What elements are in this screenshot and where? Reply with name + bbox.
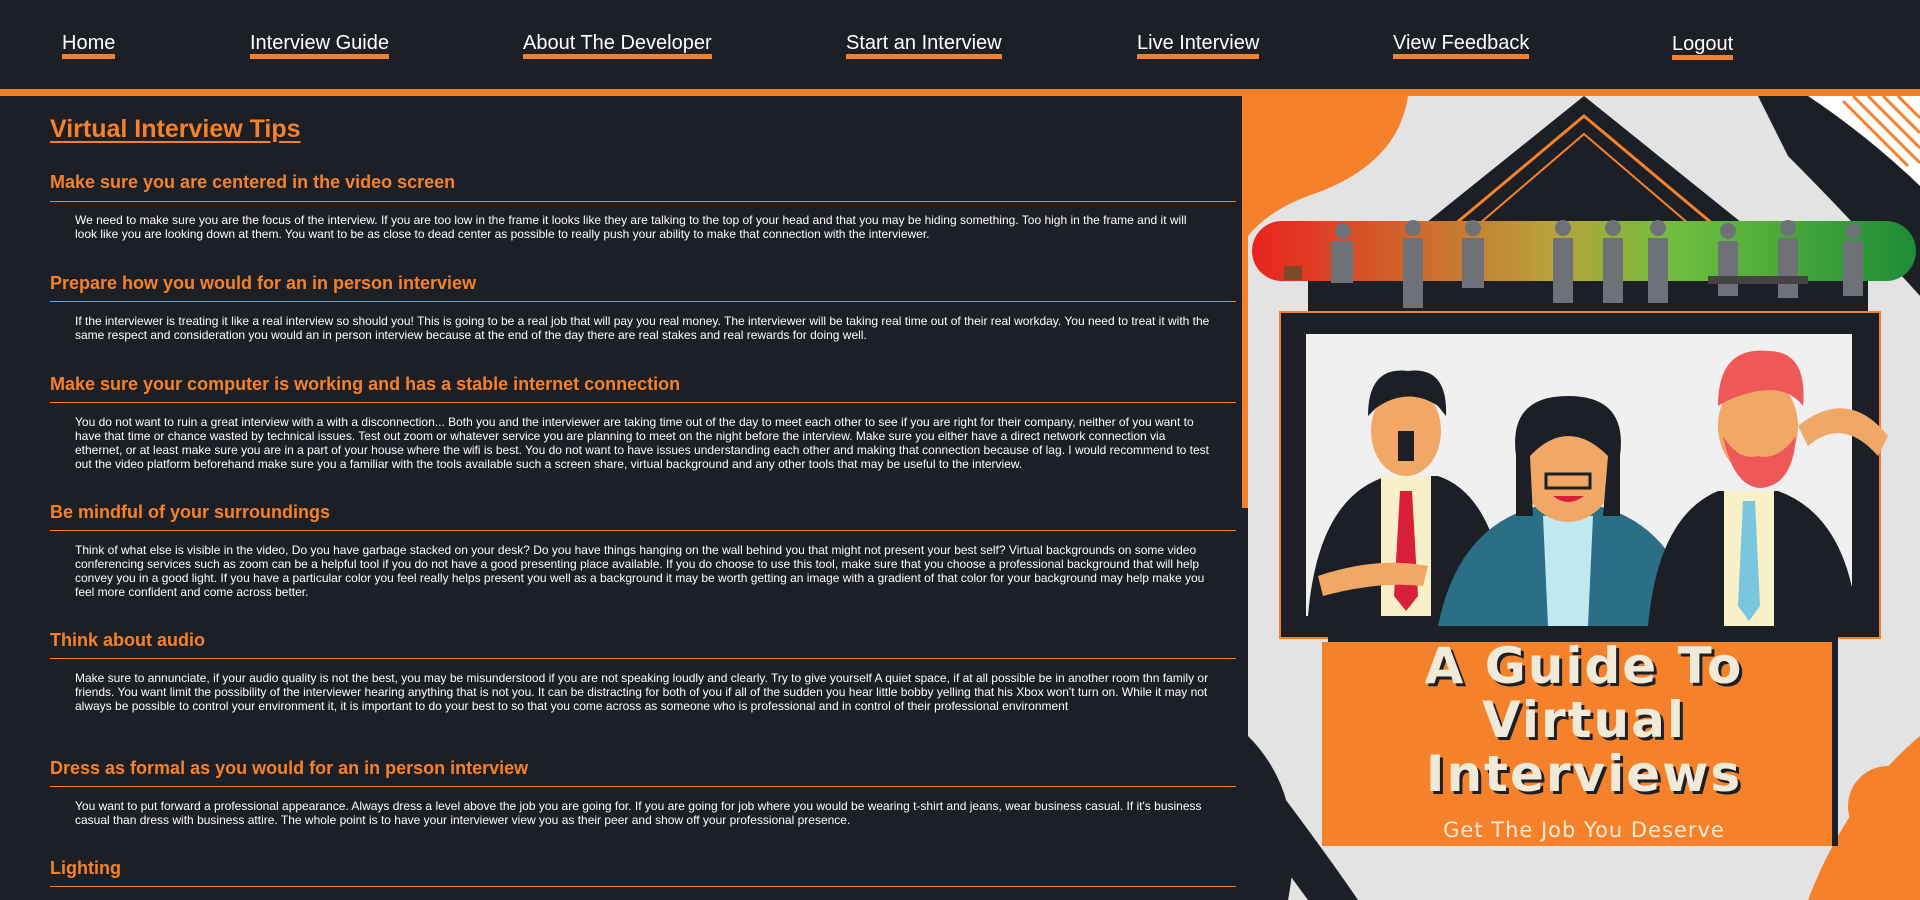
tip-divider [50,886,1236,887]
tip-body: Make sure to annunciate, if your audio q… [75,671,1209,713]
tip-divider [50,201,1236,202]
tip-section: Think about audio Make sure to annunciat… [50,629,1236,713]
tip-section: Be mindful of your surroundings Think of… [50,501,1236,599]
poster-title-line3: Interviews [1425,745,1743,803]
top-nav: Home Interview Guide About The Developer… [0,0,1920,89]
tip-body: If the interviewer is treating it like a… [75,314,1210,342]
tip-heading: Prepare how you would for an in person i… [50,273,477,293]
nav-start-interview-link[interactable]: Start an Interview [846,32,1002,59]
guide-poster-image: A Guide To Virtual Interviews Get The Jo… [1248,96,1920,900]
tip-heading: Lighting [50,858,121,878]
nav-logout-link[interactable]: Logout [1672,33,1734,60]
tip-section: Make sure you are centered in the video … [50,171,1236,241]
tip-section: Lighting [50,857,1236,887]
tip-divider [50,530,1236,531]
poster-title-line2: Virtual [1482,691,1686,749]
tip-body: You do not want to ruin a great intervie… [75,415,1210,471]
nav-interview-guide-link[interactable]: Interview Guide [250,32,389,59]
tip-body: You want to put forward a professional a… [75,799,1202,827]
tip-heading: Think about audio [50,630,205,650]
tip-section: Dress as formal as you would for an in p… [50,757,1236,827]
tip-heading: Make sure you are centered in the video … [50,172,456,192]
tip-divider [50,786,1236,787]
poster-subtitle: Get The Job You Deserve [1443,818,1725,842]
nav-accent-bar [0,89,1920,96]
tip-divider [50,402,1236,403]
tip-divider [50,301,1236,302]
page-title: Virtual Interview Tips [50,115,301,143]
tips-content[interactable]: Virtual Interview Tips Make sure you are… [0,96,1242,900]
tip-heading: Make sure your computer is working and h… [50,374,681,394]
tip-heading: Dress as formal as you would for an in p… [50,758,529,778]
nav-view-feedback-link[interactable]: View Feedback [1393,32,1530,59]
tip-divider [50,658,1236,659]
nav-live-interview-link[interactable]: Live Interview [1137,32,1260,59]
nav-about-developer-link[interactable]: About The Developer [523,32,712,59]
tip-heading: Be mindful of your surroundings [50,502,330,522]
poster-title-line1: A Guide To [1424,637,1744,695]
tip-body: We need to make sure you are the focus o… [75,213,1187,241]
tip-section: Make sure your computer is working and h… [50,373,1236,471]
tip-body: Think of what else is visible in the vid… [75,543,1205,599]
tip-section: Prepare how you would for an in person i… [50,272,1236,342]
nav-home-link[interactable]: Home [62,32,116,59]
